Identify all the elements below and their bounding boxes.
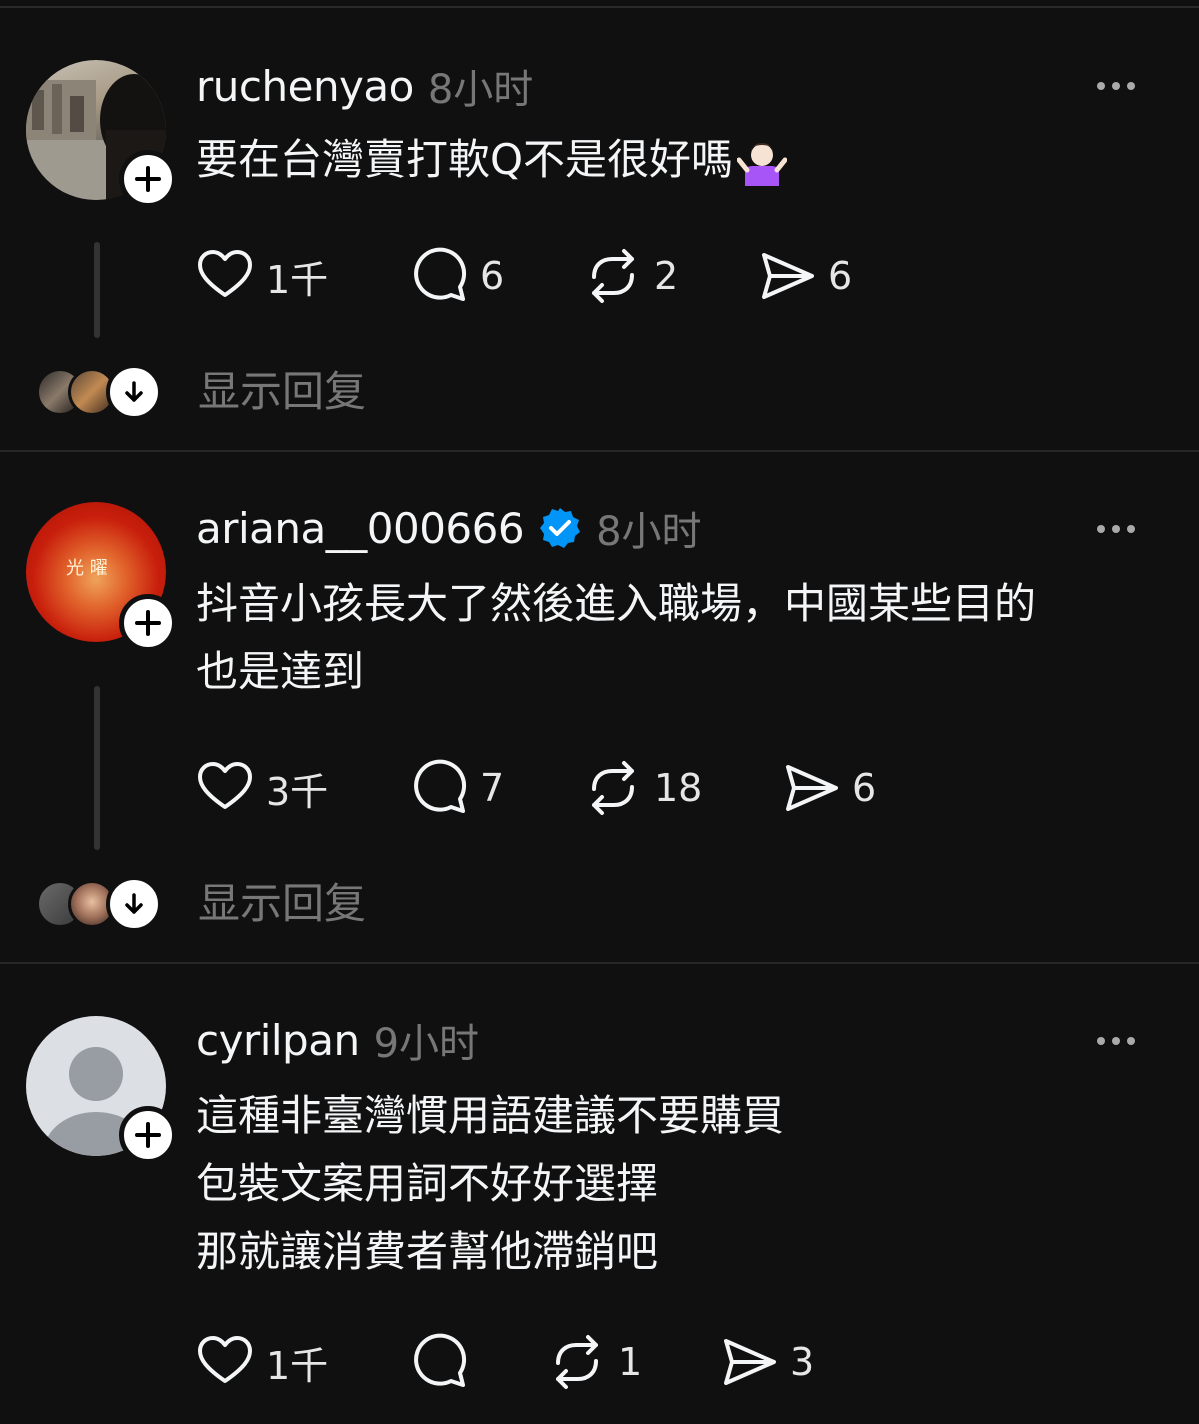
dot-icon [1127, 525, 1135, 533]
comment-count: 6 [480, 254, 505, 298]
like-count: 1千 [266, 257, 329, 302]
thread-line [94, 686, 100, 850]
dot-icon [1097, 525, 1105, 533]
post-text-line: 這種非臺灣慣用語建議不要購買 [196, 1091, 785, 1140]
repost-count: 2 [654, 254, 679, 298]
like-button[interactable]: 1千 [196, 1330, 328, 1394]
show-replies-row[interactable]: 显示回复 [36, 876, 636, 932]
comment-icon [414, 759, 466, 813]
arrow-down-icon [125, 381, 143, 402]
post-header: ruchenyao 8小时 [196, 56, 533, 116]
post-actions: 1千 1 3 [196, 1330, 956, 1394]
like-count: 1千 [266, 1343, 329, 1388]
post-ariana: 光 曜 ariana__000666 8小时 抖音小孩長大了然後進入職場，中國某… [0, 452, 1199, 962]
comment-icon [414, 1333, 466, 1387]
share-button[interactable]: 6 [758, 244, 852, 308]
post-text: 要在台灣賣打軟Q不是很好嗎 [196, 126, 788, 194]
send-icon [786, 765, 838, 811]
more-options-button[interactable] [1097, 76, 1147, 96]
post-ruchenyao: ruchenyao 8小时 要在台灣賣打軟Q不是很好嗎 1千 6 2 6 显示回… [0, 0, 1199, 450]
share-count: 6 [828, 254, 853, 298]
more-options-button[interactable] [1097, 519, 1147, 539]
username[interactable]: cyrilpan [196, 1016, 360, 1065]
follow-plus-button[interactable] [119, 150, 177, 208]
dot-icon [1097, 1037, 1105, 1045]
repost-button[interactable]: 1 [548, 1330, 642, 1394]
share-button[interactable]: 6 [782, 756, 876, 820]
like-count: 3千 [266, 769, 329, 814]
repost-icon [556, 1335, 598, 1389]
share-count: 3 [790, 1340, 815, 1384]
comment-icon [414, 247, 466, 301]
person-shrugging-emoji-icon [737, 142, 788, 186]
post-text-line: 包裝文案用詞不好好選擇 [196, 1159, 659, 1208]
plus-icon [135, 166, 161, 192]
heart-icon [198, 250, 252, 297]
send-icon [724, 1339, 776, 1385]
repost-button[interactable]: 18 [584, 756, 702, 820]
comment-button[interactable]: 6 [410, 244, 504, 308]
verified-badge-icon [540, 508, 581, 548]
show-replies-label[interactable]: 显示回复 [198, 364, 366, 420]
post-header: cyrilpan 9小时 [196, 1010, 479, 1070]
post-actions: 1千 6 2 6 [196, 244, 956, 308]
arrow-down-icon [125, 893, 143, 914]
repost-count: 1 [618, 1340, 643, 1384]
avatar-text: 光 曜 [66, 558, 108, 579]
like-button[interactable]: 1千 [196, 244, 328, 308]
like-button[interactable]: 3千 [196, 756, 328, 820]
send-icon [762, 253, 814, 299]
expand-replies-button[interactable] [106, 364, 162, 420]
dot-icon [1127, 1037, 1135, 1045]
post-text: 抖音小孩長大了然後進入職場，中國某些目的 也是達到 [196, 570, 1036, 706]
comment-button[interactable]: 7 [410, 756, 504, 820]
post-text-line: 也是達到 [196, 647, 365, 696]
post-cyrilpan: cyrilpan 9小时 這種非臺灣慣用語建議不要購買 包裝文案用詞不好好選擇 … [0, 964, 1199, 1424]
show-replies-label[interactable]: 显示回复 [198, 876, 366, 932]
more-options-button[interactable] [1097, 1031, 1147, 1051]
repost-icon [592, 761, 634, 815]
dot-icon [1112, 1037, 1120, 1045]
post-header: ariana__000666 8小时 [196, 498, 702, 558]
repost-count: 18 [654, 766, 703, 810]
heart-icon [198, 1336, 252, 1383]
timestamp: 9小时 [373, 1021, 480, 1067]
plus-icon [135, 610, 161, 636]
share-button[interactable]: 3 [720, 1330, 814, 1394]
comment-count: 7 [480, 766, 505, 810]
username[interactable]: ruchenyao [196, 62, 414, 111]
repost-button[interactable]: 2 [584, 244, 678, 308]
post-text-line: 抖音小孩長大了然後進入職場，中國某些目的 [196, 579, 1037, 628]
expand-replies-button[interactable] [106, 876, 162, 932]
follow-plus-button[interactable] [119, 1106, 177, 1164]
post-actions: 3千 7 18 6 [196, 756, 956, 820]
comment-button[interactable] [410, 1330, 480, 1394]
thread-line [94, 242, 100, 338]
dot-icon [1097, 82, 1105, 90]
heart-icon [198, 762, 252, 809]
username[interactable]: ariana__000666 [196, 504, 525, 553]
share-count: 6 [852, 766, 877, 810]
dot-icon [1112, 525, 1120, 533]
post-text: 這種非臺灣慣用語建議不要購買 包裝文案用詞不好好選擇 那就讓消費者幫他滯銷吧 [196, 1082, 784, 1286]
show-replies-row[interactable]: 显示回复 [36, 364, 636, 420]
plus-icon [135, 1122, 161, 1148]
follow-plus-button[interactable] [119, 594, 177, 652]
post-text-line: 那就讓消費者幫他滯銷吧 [196, 1227, 659, 1276]
post-text-line: 要在台灣賣打軟Q不是很好嗎 [196, 135, 734, 184]
timestamp: 8小时 [427, 67, 534, 113]
repost-icon [592, 249, 634, 303]
dot-icon [1112, 82, 1120, 90]
timestamp: 8小时 [596, 509, 702, 555]
dot-icon [1127, 82, 1135, 90]
